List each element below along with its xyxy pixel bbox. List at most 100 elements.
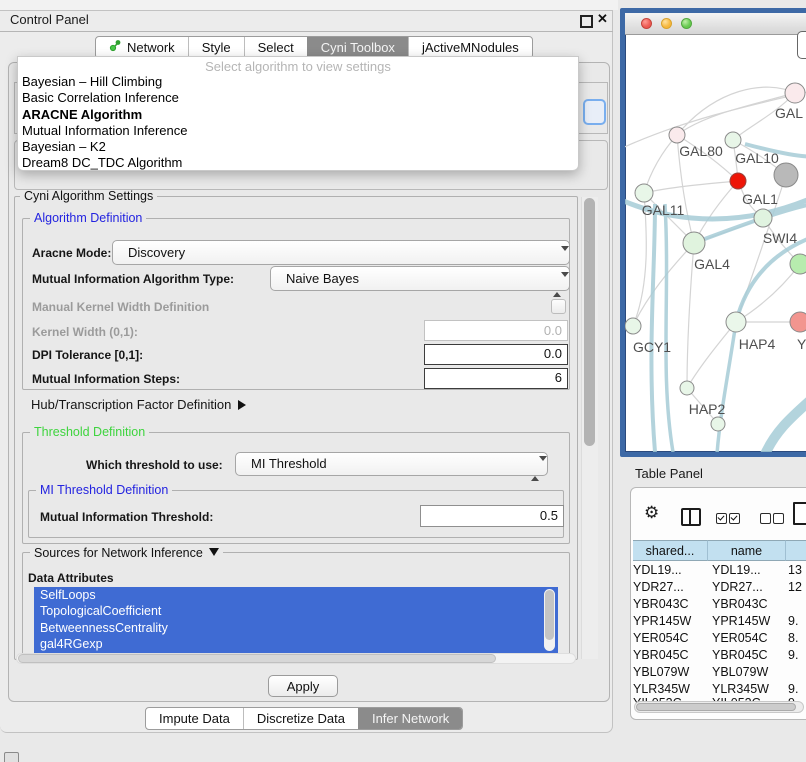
- network-window-titlebar[interactable]: [625, 13, 806, 35]
- node-salmon[interactable]: [790, 312, 806, 332]
- which-threshold-combo[interactable]: MI Threshold: [235, 452, 548, 476]
- bottom-tabbar: Impute Data Discretize Data Infer Networ…: [145, 707, 463, 730]
- tab-discretize-data[interactable]: Discretize Data: [243, 708, 358, 729]
- table-row[interactable]: YBR043C YBR043C: [633, 596, 806, 613]
- node[interactable]: [785, 83, 805, 103]
- column-header[interactable]: name: [708, 540, 786, 561]
- focused-combo-fragment[interactable]: [583, 99, 606, 125]
- algorithm-option[interactable]: Basic Correlation Inference: [18, 90, 578, 106]
- node-label: GAL: [775, 105, 803, 121]
- network-canvas[interactable]: GAL GAL80 GAL10 GAL1 GAL11 SWI4 GAL4 GCY…: [625, 34, 806, 452]
- node-gal80[interactable]: [669, 127, 685, 143]
- sources-title[interactable]: Sources for Network Inference: [30, 546, 223, 560]
- mi-steps-field[interactable]: 6: [424, 368, 568, 389]
- column-header[interactable]: A: [786, 540, 806, 561]
- tab-infer-network[interactable]: Infer Network: [358, 708, 462, 729]
- network-graph-icon: [109, 37, 122, 58]
- select-all-checkbox-icon[interactable]: [729, 513, 740, 524]
- aracne-mode-value: Discovery: [128, 245, 185, 260]
- node-gcy1[interactable]: [625, 318, 641, 334]
- list-item[interactable]: BetweennessCentrality: [34, 620, 558, 636]
- hub-transcription-label: Hub/Transcription Factor Definition: [31, 397, 231, 412]
- algorithm-option[interactable]: Dream8 DC_TDC Algorithm: [18, 155, 578, 171]
- deselect-all-checkbox-icon[interactable]: [760, 513, 771, 524]
- tab-jactivemnodules[interactable]: jActiveMNodules: [408, 37, 532, 58]
- which-threshold-value: MI Threshold: [251, 456, 327, 471]
- data-attributes-label: Data Attributes: [28, 571, 114, 585]
- scrollbar-thumb[interactable]: [545, 590, 554, 640]
- table-settings-gear-icon[interactable]: ⚙: [644, 504, 659, 521]
- collapsed-panel-icon[interactable]: [4, 752, 19, 762]
- minimize-traffic-light[interactable]: [661, 18, 672, 29]
- node-gal4[interactable]: [683, 232, 705, 254]
- close-traffic-light[interactable]: [641, 18, 652, 29]
- node-label: SWI4: [763, 230, 797, 246]
- node[interactable]: [711, 417, 725, 431]
- list-item[interactable]: TopologicalCoefficient: [34, 603, 558, 619]
- scrollbar-thumb[interactable]: [636, 703, 796, 711]
- table-row[interactable]: YBL079W YBL079W: [633, 664, 806, 681]
- tab-style-label: Style: [202, 37, 231, 58]
- close-icon[interactable]: ✕: [597, 11, 608, 27]
- node-gal10[interactable]: [725, 132, 741, 148]
- algorithm-option[interactable]: Bayesian – K2: [18, 139, 578, 155]
- algorithm-option[interactable]: Mutual Information Inference: [18, 123, 578, 139]
- list-item[interactable]: gal4RGexp: [34, 636, 558, 652]
- deselect-all-checkbox-icon[interactable]: [773, 513, 784, 524]
- select-all-checkbox-icon[interactable]: [716, 513, 727, 524]
- node[interactable]: [790, 254, 806, 274]
- tab-network[interactable]: Network: [96, 37, 188, 58]
- cell-value: 12: [788, 579, 806, 596]
- data-attributes-list: SelfLoops TopologicalCoefficient Between…: [34, 587, 558, 654]
- column-header[interactable]: shared...: [633, 540, 708, 561]
- tab-impute-data[interactable]: Impute Data: [146, 708, 243, 729]
- aracne-mode-combo[interactable]: Discovery: [112, 240, 570, 265]
- tab-style[interactable]: Style: [188, 37, 244, 58]
- float-window-icon[interactable]: [580, 15, 593, 28]
- node-hap4[interactable]: [726, 312, 746, 332]
- settings-vertical-scrollbar[interactable]: [581, 197, 598, 659]
- settings-horizontal-scrollbar[interactable]: [16, 653, 576, 664]
- network-view-window[interactable]: GAL GAL80 GAL10 GAL1 GAL11 SWI4 GAL4 GCY…: [620, 8, 806, 457]
- table-row[interactable]: YER054C YER054C 8.: [633, 630, 806, 647]
- check-mark: [718, 513, 725, 520]
- show-columns-icon[interactable]: [681, 508, 701, 526]
- table-horizontal-scrollbar[interactable]: [634, 701, 804, 713]
- table-row[interactable]: YDR27... YDR27... 12: [633, 579, 806, 596]
- attributes-list-scrollbar[interactable]: [544, 589, 555, 651]
- tab-select[interactable]: Select: [244, 37, 307, 58]
- algorithm-definition-title: Algorithm Definition: [30, 211, 146, 225]
- hub-transcription-expander[interactable]: Hub/Transcription Factor Definition: [31, 397, 246, 412]
- control-panel-titlebar: [0, 10, 613, 32]
- mutual-information-threshold-field[interactable]: 0.5: [420, 505, 564, 527]
- table-row[interactable]: YBR045C YBR045C 9.: [633, 647, 806, 664]
- apply-button[interactable]: Apply: [268, 675, 338, 697]
- table-header-row: shared... name A: [633, 540, 806, 561]
- algorithm-dropdown-placeholder: Select algorithm to view settings: [18, 57, 578, 74]
- network-overlay-fragment: [797, 31, 806, 59]
- algorithm-option[interactable]: Bayesian – Hill Climbing: [18, 74, 578, 90]
- cell-shared-name: YBL079W: [633, 664, 707, 681]
- manual-kernel-width-checkbox[interactable]: [551, 299, 566, 314]
- aracne-mode-label: Aracne Mode:: [32, 246, 111, 260]
- node-hap2[interactable]: [680, 381, 694, 395]
- cell-value: 13: [788, 562, 806, 579]
- mi-algorithm-type-combo[interactable]: Naive Bayes: [270, 266, 570, 291]
- kernel-width-field[interactable]: 0.0: [424, 320, 568, 341]
- node-gray[interactable]: [774, 163, 798, 187]
- dpi-tolerance-field[interactable]: 0.0: [424, 344, 568, 365]
- tab-discretize-data-label: Discretize Data: [257, 708, 345, 729]
- tab-cyni-toolbox[interactable]: Cyni Toolbox: [307, 37, 408, 58]
- mi-algorithm-type-label: Mutual Information Algorithm Type:: [32, 272, 234, 286]
- node-swi4[interactable]: [754, 209, 772, 227]
- algorithm-option-selected[interactable]: ARACNE Algorithm: [18, 107, 578, 123]
- zoom-traffic-light[interactable]: [681, 18, 692, 29]
- list-item[interactable]: SelfLoops: [34, 587, 558, 603]
- table-row[interactable]: YPR145W YPR145W 9.: [633, 613, 806, 630]
- table-row[interactable]: YDL19... YDL19... 13: [633, 562, 806, 579]
- scrollbar-thumb[interactable]: [584, 198, 595, 446]
- export-table-icon[interactable]: [793, 502, 806, 525]
- node-gal1-selected[interactable]: [730, 173, 746, 189]
- node-gal11[interactable]: [635, 184, 653, 202]
- scrollbar-thumb[interactable]: [18, 654, 496, 663]
